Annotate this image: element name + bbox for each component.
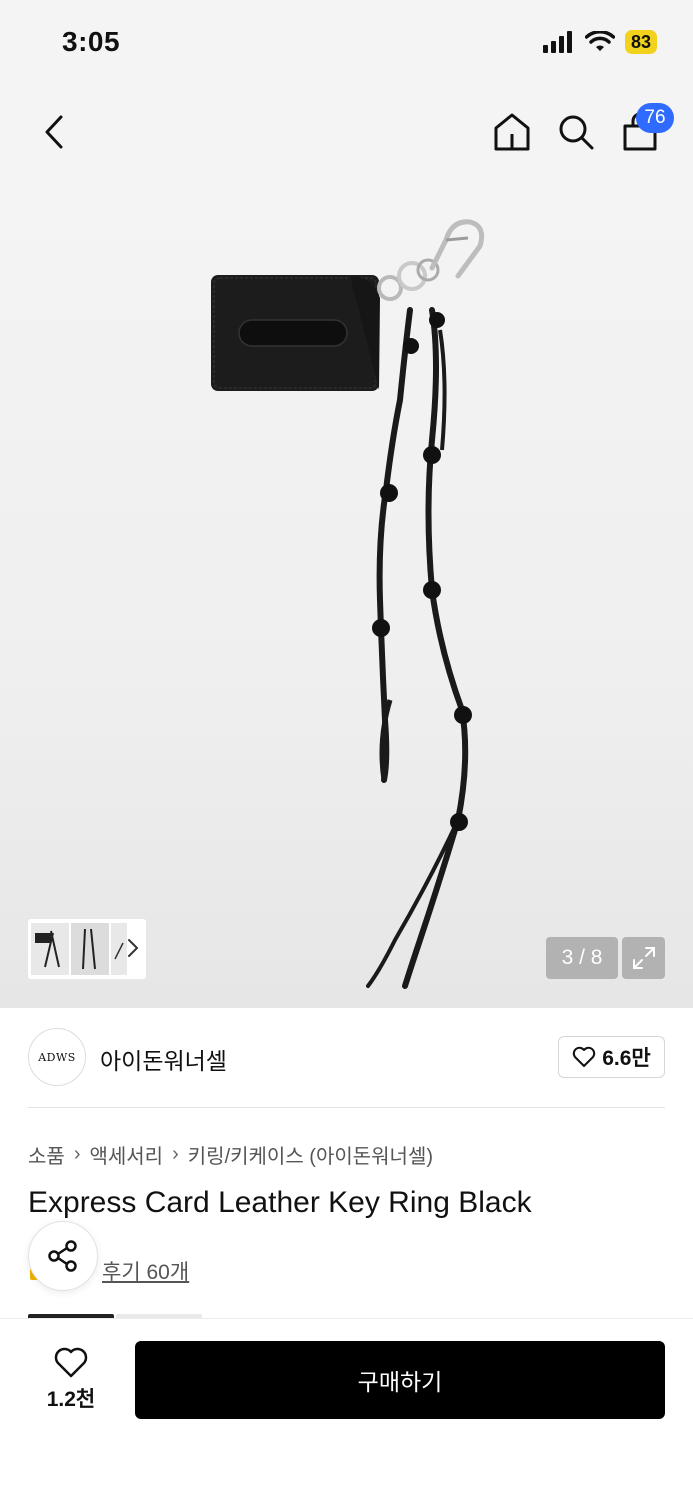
search-icon <box>559 115 594 150</box>
review-link[interactable]: 후기 60개 <box>102 1256 189 1286</box>
home-button[interactable] <box>490 108 534 156</box>
breadcrumb: 소품 › 액세서리 › 키링/키케이스 (아이돈워너셀) <box>28 1140 433 1169</box>
chevron-right-icon[interactable] <box>126 937 140 959</box>
wishlist-button[interactable]: 1.2천 <box>30 1345 112 1415</box>
battery-indicator: 83 <box>624 30 657 54</box>
breadcrumb-item[interactable]: 소품 <box>28 1140 65 1169</box>
signal-icon <box>542 31 572 53</box>
brand-logo-text: ADWS <box>38 1050 76 1064</box>
thumbnail-strip[interactable] <box>28 919 146 979</box>
heart-icon <box>54 1347 88 1378</box>
wifi-icon <box>584 31 615 51</box>
wishlist-count: 1.2천 <box>46 1388 96 1411</box>
share-icon <box>48 1240 77 1272</box>
search-button[interactable] <box>554 108 598 156</box>
brand-name[interactable]: 아이돈워너셀 <box>100 1042 227 1076</box>
thumbnail-1[interactable] <box>31 923 69 975</box>
brand-row[interactable]: ADWS 아이돈워너셀 6.6만 <box>28 1028 665 1086</box>
status-bar: 3:05 83 <box>0 0 693 88</box>
status-icons: 83 <box>542 30 657 54</box>
bottom-action-bar: 1.2천 구매하기 <box>0 1318 693 1500</box>
status-time: 3:05 <box>62 26 121 57</box>
page-indicator: 3 / 8 <box>546 937 618 979</box>
heart-icon <box>573 1046 596 1067</box>
thumbnail-3[interactable] <box>111 923 127 975</box>
product-title: Express Card Leather Key Ring Black <box>28 1186 532 1219</box>
cart-count-badge: 76 <box>636 103 674 133</box>
brand-like-button[interactable]: 6.6만 <box>558 1036 665 1078</box>
brand-logo[interactable]: ADWS <box>28 1028 86 1086</box>
share-button[interactable] <box>28 1221 98 1291</box>
home-icon <box>494 113 530 151</box>
breadcrumb-item[interactable]: 액세서리 <box>89 1140 163 1169</box>
chevron-right-icon: › <box>172 1143 179 1165</box>
divider <box>28 1107 665 1108</box>
brand-like-count: 6.6만 <box>602 1047 651 1070</box>
thumbnail-2[interactable] <box>71 923 109 975</box>
expand-button[interactable] <box>622 937 665 979</box>
expand-icon <box>632 947 655 969</box>
chevron-left-icon <box>45 115 63 149</box>
back-button[interactable] <box>34 110 74 154</box>
buy-button[interactable]: 구매하기 <box>135 1341 665 1419</box>
product-image <box>211 219 485 989</box>
product-image-gallery[interactable]: 3 / 8 <box>0 180 693 1008</box>
chevron-right-icon: › <box>73 1143 81 1165</box>
nav-bar <box>0 88 693 180</box>
breadcrumb-item[interactable]: 키링/키케이스 (아이돈워너셀) <box>188 1140 433 1169</box>
